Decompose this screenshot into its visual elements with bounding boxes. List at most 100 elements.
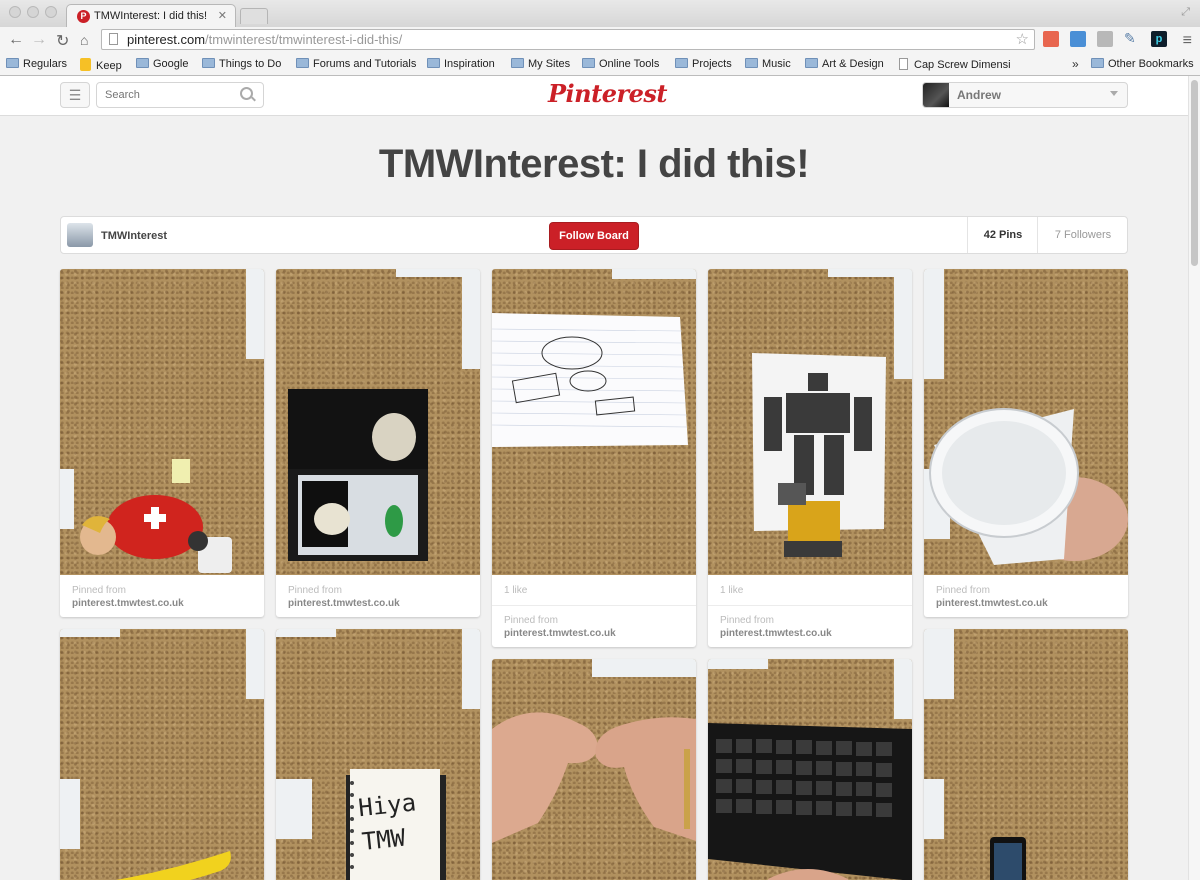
home-icon[interactable]: ⌂: [80, 32, 88, 48]
document-icon: [899, 58, 908, 70]
back-icon[interactable]: ←: [8, 31, 24, 49]
pin-likes[interactable]: 1 like: [720, 585, 743, 596]
owner-name[interactable]: TMWInterest: [101, 230, 167, 242]
forward-icon[interactable]: →: [31, 31, 47, 49]
pin-source[interactable]: Pinned from pinterest.tmwtest.co.uk: [72, 585, 184, 609]
pin-image[interactable]: [924, 629, 1128, 880]
notebook-handwriting: Hiya TMW: [356, 788, 418, 857]
bookmarks-overflow-icon[interactable]: »: [1072, 57, 1079, 71]
bookmark-other[interactable]: Other Bookmarks: [1091, 58, 1194, 70]
page-viewport: ☰ Pinterest Andrew TMWInterest: I did th…: [0, 76, 1188, 880]
bookmark-my-sites[interactable]: My Sites: [511, 58, 570, 70]
follow-board-button[interactable]: Follow Board: [549, 222, 639, 250]
k-extension-icon[interactable]: [1097, 31, 1113, 47]
pin-image[interactable]: [924, 269, 1128, 575]
folder-icon: [745, 58, 758, 68]
bookmark-projects[interactable]: Projects: [675, 58, 732, 70]
pin-image[interactable]: [492, 269, 696, 575]
search-icon[interactable]: [240, 87, 253, 100]
search-input[interactable]: [96, 82, 264, 108]
pinterest-favicon-icon: P: [77, 10, 90, 23]
tab-title: TMWInterest: I did this!: [94, 10, 208, 22]
page-scrollbar[interactable]: [1188, 76, 1200, 880]
bookmarks-bar: Regulars Keep Google Things to Do Forums…: [0, 54, 1200, 76]
folder-icon: [202, 58, 215, 68]
folder-icon: [675, 58, 688, 68]
pin-card[interactable]: [60, 629, 264, 880]
pin-card[interactable]: 1 like Pinned from pinterest.tmwtest.co.u…: [708, 269, 912, 647]
pin-image[interactable]: [708, 269, 912, 575]
folder-icon: [582, 58, 595, 68]
folder-icon: [6, 58, 19, 68]
pin-source[interactable]: Pinned from pinterest.tmwtest.co.uk: [504, 615, 616, 639]
browser-toolbar: ← → ↻ ⌂ pinterest.com/tmwinterest/tmwint…: [0, 27, 1200, 54]
pin-image[interactable]: [276, 269, 480, 575]
bookmark-cap-screw[interactable]: Cap Screw Dimensio: [899, 58, 1011, 71]
zoom-window-button[interactable]: [45, 6, 57, 18]
download-icon[interactable]: [1070, 31, 1086, 47]
owner-avatar[interactable]: [67, 223, 93, 247]
folder-icon: [1091, 58, 1104, 68]
chevron-down-icon: [1110, 91, 1118, 96]
pins-count-tab[interactable]: 42 Pins: [967, 217, 1038, 253]
pin-source[interactable]: Pinned from pinterest.tmwtest.co.uk: [720, 615, 832, 639]
bookmark-forums[interactable]: Forums and Tutorials: [296, 58, 416, 70]
browser-tab-strip: P TMWInterest: I did this! ✕ ⤢: [0, 0, 1200, 27]
pin-source[interactable]: Pinned from pinterest.tmwtest.co.uk: [288, 585, 400, 609]
pin-image[interactable]: [60, 629, 264, 880]
folder-icon: [511, 58, 524, 68]
pin-card[interactable]: Pinned from pinterest.tmwtest.co.uk: [60, 269, 264, 617]
user-menu[interactable]: Andrew: [922, 82, 1128, 108]
pin-image[interactable]: Hiya TMW: [276, 629, 480, 880]
bookmark-keep[interactable]: Keep: [80, 58, 122, 72]
minimize-window-button[interactable]: [27, 6, 39, 18]
fullscreen-icon[interactable]: ⤢: [1181, 6, 1190, 19]
bookmark-online-tools[interactable]: Online Tools: [582, 58, 659, 70]
new-tab-button[interactable]: [240, 8, 268, 24]
pinterest-header: ☰ Pinterest Andrew: [0, 76, 1188, 116]
p-extension-icon[interactable]: p: [1151, 31, 1167, 47]
pin-card[interactable]: [708, 659, 912, 880]
bookmark-music[interactable]: Music: [745, 58, 791, 70]
bookmark-regulars[interactable]: Regulars: [6, 58, 67, 70]
bookmark-google[interactable]: Google: [136, 58, 188, 70]
folder-icon: [296, 58, 309, 68]
pin-image[interactable]: [492, 659, 696, 880]
folder-icon: [427, 58, 440, 68]
bookmark-art-design[interactable]: Art & Design: [805, 58, 884, 70]
folder-icon: [136, 58, 149, 68]
browser-tab[interactable]: P TMWInterest: I did this! ✕: [66, 4, 236, 27]
pin-card[interactable]: [492, 659, 696, 880]
scrollbar-thumb[interactable]: [1191, 80, 1198, 266]
keep-icon: [80, 58, 91, 71]
bookmark-things-to-do[interactable]: Things to Do: [202, 58, 281, 70]
pin-card[interactable]: Hiya TMW: [276, 629, 480, 880]
pinterest-logo[interactable]: Pinterest: [548, 79, 667, 108]
url-text: pinterest.com/tmwinterest/tmwinterest-i-…: [127, 32, 403, 47]
pin-card[interactable]: Pinned from pinterest.tmwtest.co.uk: [924, 269, 1128, 617]
pin-image[interactable]: [60, 269, 264, 575]
menu-button[interactable]: ☰: [60, 82, 90, 108]
close-tab-icon[interactable]: ✕: [218, 9, 227, 22]
folder-icon: [805, 58, 818, 68]
eyedropper-icon[interactable]: ✎: [1124, 30, 1140, 46]
pin-source[interactable]: Pinned from pinterest.tmwtest.co.uk: [936, 585, 1048, 609]
avatar: [923, 83, 949, 107]
pin-image[interactable]: [708, 659, 912, 880]
reload-icon[interactable]: ↻: [56, 31, 69, 51]
browser-menu-icon[interactable]: ≡: [1183, 32, 1192, 50]
bookmark-star-icon[interactable]: ☆: [1016, 30, 1029, 48]
pin-card[interactable]: Pinned from pinterest.tmwtest.co.uk: [276, 269, 480, 617]
user-name: Andrew: [957, 88, 1002, 102]
pin-card[interactable]: 1 like Pinned from pinterest.tmwtest.co.u…: [492, 269, 696, 647]
pin-card[interactable]: [924, 629, 1128, 880]
board-info-bar: TMWInterest Follow Board 42 Pins 7 Follo…: [60, 216, 1128, 254]
followers-count-tab[interactable]: 7 Followers: [1037, 217, 1128, 253]
bookmark-inspiration[interactable]: Inspiration: [427, 58, 495, 70]
address-bar[interactable]: pinterest.com/tmwinterest/tmwinterest-i-…: [101, 29, 1035, 50]
page-icon: [109, 33, 118, 45]
close-window-button[interactable]: [9, 6, 21, 18]
extension-icon[interactable]: [1043, 31, 1059, 47]
pin-likes[interactable]: 1 like: [504, 585, 527, 596]
page-title: TMWInterest: I did this!: [378, 142, 810, 186]
